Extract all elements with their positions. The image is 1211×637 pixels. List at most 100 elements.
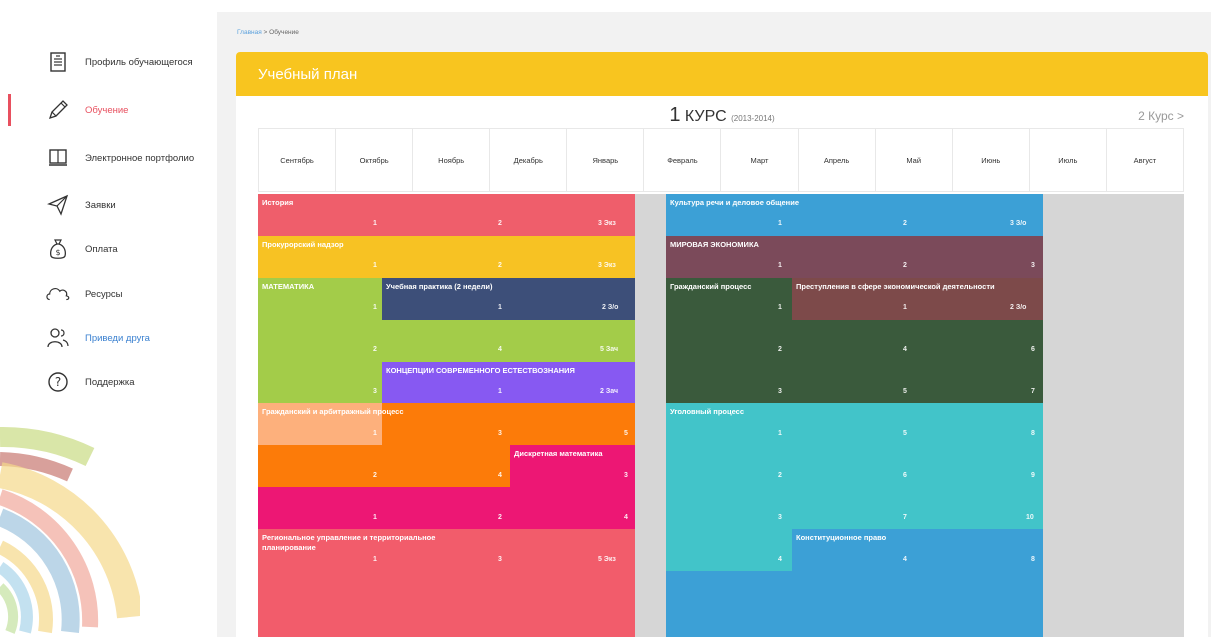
subject-title: Учебная практика (2 недели): [386, 282, 493, 291]
subject-title: Региональное управление и территориально…: [262, 533, 436, 552]
hours-cell: 2: [903, 262, 907, 269]
hours-cell: 3 З/о: [1010, 220, 1027, 227]
study-plan-card: Учебный план 1 КУРС (2013-2014) 2 Курс >…: [236, 52, 1208, 637]
subject-title: Гражданский процесс: [670, 282, 752, 291]
sidebar-item-resources[interactable]: Ресурсы: [0, 274, 217, 314]
schedule-grid: История Прокурорский надзор МАТЕМАТИКА Учеб…: [258, 194, 1184, 637]
month-header-cell: Июль: [1030, 129, 1107, 191]
hours-cell: 1: [778, 220, 782, 227]
subject-block[interactable]: [382, 320, 635, 362]
hours-cell: 1: [373, 430, 377, 437]
hours-cell: 2: [903, 220, 907, 227]
subject-block[interactable]: [666, 529, 792, 571]
hours-cell: 3: [778, 514, 782, 521]
subject-title: Прокурорский надзор: [262, 240, 344, 249]
subject-block[interactable]: [258, 487, 635, 529]
subject-title: МАТЕМАТИКА: [262, 282, 315, 291]
breadcrumb: Главная > Обучение: [237, 29, 299, 36]
hours-cell: 1: [498, 304, 502, 311]
subject-block[interactable]: [666, 571, 792, 637]
hours-cell: 6: [1031, 346, 1035, 353]
subject-block[interactable]: [258, 278, 382, 403]
hours-cell: 6: [903, 472, 907, 479]
hours-cell: 4: [903, 346, 907, 353]
top-bar: [0, 0, 1211, 12]
subject-title: Преступления в сфере экономической деяте…: [796, 282, 995, 291]
subject-block[interactable]: [258, 194, 635, 236]
subject-title: Дискретная математика: [514, 449, 603, 458]
sidebar-item-support[interactable]: ? Поддержка: [0, 362, 217, 402]
card-header: Учебный план: [236, 52, 1208, 96]
decorative-arcs: [0, 426, 140, 634]
hours-cell: 1: [373, 304, 377, 311]
hours-cell: 1: [373, 220, 377, 227]
sidebar-item-payment[interactable]: $ Оплата: [0, 229, 217, 269]
hours-cell: 2 З/о: [1010, 304, 1027, 311]
sidebar: Профиль обучающегося Обучение Электронно…: [0, 12, 217, 637]
main-content: Главная > Обучение Учебный план 1 КУРС (…: [217, 12, 1211, 637]
hours-cell: 2: [498, 262, 502, 269]
breadcrumb-home-link[interactable]: Главная: [237, 29, 262, 36]
hours-cell: 4: [498, 472, 502, 479]
course-word: КУРС: [684, 108, 727, 125]
hours-cell: 5: [903, 430, 907, 437]
hours-cell: 1: [373, 556, 377, 563]
svg-text:?: ?: [55, 375, 61, 389]
hours-cell: 4: [903, 556, 907, 563]
subject-title: Конституционное право: [796, 533, 887, 542]
hours-cell: 2: [498, 514, 502, 521]
paper-plane-icon: [46, 193, 70, 217]
sidebar-item-profile[interactable]: Профиль обучающегося: [0, 42, 217, 82]
hours-cell: 3: [624, 472, 628, 479]
page-title: Учебный план: [258, 66, 358, 83]
hours-cell: 3: [498, 430, 502, 437]
subject-title: Гражданский и арбитражный процесс: [262, 407, 404, 416]
hours-cell: 7: [1031, 388, 1035, 395]
breadcrumb-current: Обучение: [269, 29, 299, 36]
sidebar-item-label: Электронное портфолио: [85, 152, 195, 164]
month-header-cell: Март: [721, 129, 799, 191]
next-course-link[interactable]: 2 Курс >: [1138, 109, 1184, 123]
sidebar-item-label: Заявки: [85, 199, 116, 211]
month-header-cell: Декабрь: [490, 129, 568, 191]
hours-cell: 3 Экз: [598, 220, 616, 227]
month-header-cell: Февраль: [644, 129, 722, 191]
hours-cell: 3: [1031, 262, 1035, 269]
sidebar-item-learning[interactable]: Обучение: [0, 90, 217, 130]
subject-title: Культура речи и деловое общение: [670, 198, 799, 207]
sidebar-item-label: Ресурсы: [85, 288, 123, 300]
sidebar-item-label: Поддержка: [85, 376, 135, 388]
month-header-cell: Апрель: [799, 129, 876, 191]
course-heading: 1 КУРС (2013-2014): [236, 104, 1208, 127]
hours-cell: 2: [778, 346, 782, 353]
hours-cell: 3: [778, 388, 782, 395]
sidebar-item-portfolio[interactable]: Электронное портфолио: [0, 138, 217, 178]
subject-title: Уголовный процесс: [670, 407, 745, 416]
hours-cell: 5 Экз: [598, 556, 616, 563]
subject-block[interactable]: [666, 403, 1043, 529]
svg-text:$: $: [55, 248, 60, 257]
sidebar-item-label: Обучение: [85, 104, 129, 116]
document-icon: [46, 50, 70, 74]
sidebar-item-refer-friend[interactable]: Приведи друга: [0, 318, 217, 358]
hours-cell: 3: [373, 388, 377, 395]
month-header-cell: Май: [876, 129, 953, 191]
hours-cell: 4: [778, 556, 782, 563]
course-years: (2013-2014): [731, 114, 775, 123]
hours-cell: 1: [373, 514, 377, 521]
month-header-cell: Сентябрь: [259, 129, 337, 191]
month-header-cell: Октябрь: [336, 129, 414, 191]
sidebar-item-requests[interactable]: Заявки: [0, 185, 217, 225]
hours-cell: 1: [778, 430, 782, 437]
hours-cell: 2: [373, 346, 377, 353]
grid-gap: [635, 194, 666, 637]
subject-title: КОНЦЕПЦИИ СОВРЕМЕННОГО ЕСТЕСТВОЗНАНИЯ: [386, 366, 575, 375]
hours-cell: 2: [498, 220, 502, 227]
subject-block[interactable]: [792, 529, 1043, 637]
hours-cell: 5: [624, 430, 628, 437]
subject-title: История: [262, 198, 294, 207]
help-icon: ?: [46, 370, 70, 394]
hours-cell: 4: [624, 514, 628, 521]
subject-title: МИРОВАЯ ЭКОНОМИКА: [670, 240, 759, 249]
hours-cell: 1: [498, 388, 502, 395]
